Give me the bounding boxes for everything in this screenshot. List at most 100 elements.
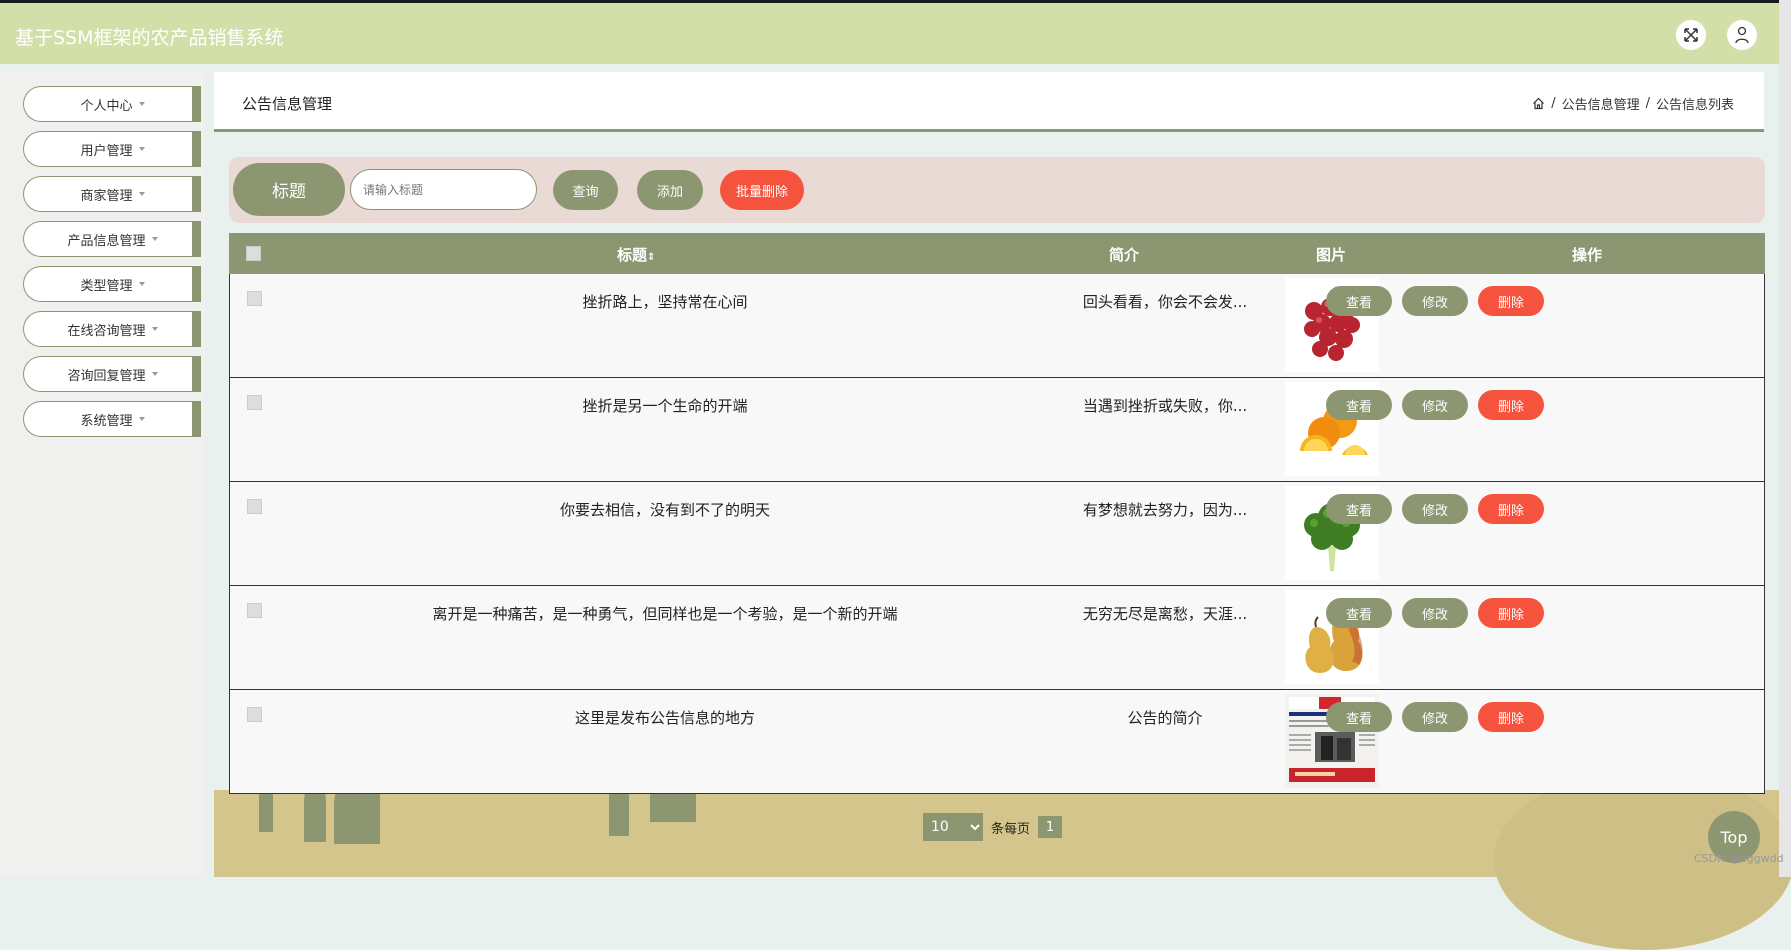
row-intro: 公告的简介: [1127, 709, 1203, 727]
query-button[interactable]: 查询: [553, 170, 618, 210]
row-title: 挫折是另一个生命的开端: [582, 397, 748, 415]
view-button[interactable]: 查看: [1326, 390, 1392, 420]
search-label: 标题: [233, 163, 345, 216]
announcement-table: 标题⇕ 简介 图片 操作 挫折路上，坚持常在心间 回头看看，你会不会发... 查…: [229, 233, 1765, 794]
row-title: 离开是一种痛苦，是一种勇气，但同样也是一个考验，是一个新的开端: [432, 605, 898, 623]
row-checkbox[interactable]: [247, 291, 262, 306]
sidebar-item-accent: [192, 267, 201, 301]
breadcrumb-separator: /: [1645, 96, 1650, 111]
edit-button[interactable]: 修改: [1402, 390, 1468, 420]
add-button[interactable]: 添加: [637, 170, 703, 210]
page-header: 公告信息管理 / 公告信息管理 / 公告信息列表: [214, 72, 1764, 132]
sidebar: 个人中心 用户管理 商家管理 产品信息管理 类型管理 在线咨询管理 咨询回复管理…: [0, 72, 205, 877]
page-size-select[interactable]: 10: [923, 813, 983, 841]
row-title: 挫折路上，坚持常在心间: [582, 293, 748, 311]
app-title: 基于SSM框架的农产品销售系统: [15, 27, 284, 49]
row-intro: 当遇到挫折或失败，你...: [1082, 397, 1248, 415]
delete-button[interactable]: 删除: [1478, 598, 1544, 628]
sort-icon[interactable]: ⇕: [647, 252, 655, 263]
breadcrumb: / 公告信息管理 / 公告信息列表: [1532, 94, 1734, 113]
sidebar-item-personal-center[interactable]: 个人中心: [23, 86, 201, 122]
search-panel: 标题 查询 添加 批量删除: [229, 157, 1765, 223]
sidebar-item-accent: [192, 357, 201, 391]
edit-button[interactable]: 修改: [1402, 702, 1468, 732]
sidebar-item-accent: [192, 87, 201, 121]
fullscreen-icon: [1684, 28, 1698, 42]
sidebar-item-accent: [192, 177, 201, 211]
caret-down-icon: [138, 417, 145, 421]
edit-button[interactable]: 修改: [1402, 286, 1468, 316]
batch-delete-button[interactable]: 批量删除: [720, 170, 804, 210]
column-header-title[interactable]: 标题⇕: [617, 244, 655, 265]
breadcrumb-item[interactable]: 公告信息管理: [1562, 94, 1640, 113]
row-checkbox[interactable]: [247, 603, 262, 618]
caret-down-icon: [151, 237, 158, 241]
sidebar-item-label: 系统管理: [80, 413, 133, 429]
breadcrumb-item: 公告信息列表: [1655, 98, 1734, 113]
sidebar-item-label: 用户管理: [80, 143, 133, 159]
fullscreen-button[interactable]: [1676, 20, 1706, 50]
page-scrollbar[interactable]: [1779, 0, 1791, 877]
delete-button[interactable]: 删除: [1478, 286, 1544, 316]
column-header-image: 图片: [1316, 246, 1347, 264]
sidebar-item-product-management[interactable]: 产品信息管理: [23, 221, 201, 257]
sidebar-item-label: 类型管理: [80, 278, 133, 294]
title-search-input[interactable]: [350, 169, 537, 210]
sidebar-item-merchant-management[interactable]: 商家管理: [23, 176, 201, 212]
row-checkbox[interactable]: [247, 499, 262, 514]
caret-down-icon: [138, 147, 145, 151]
sidebar-item-label: 产品信息管理: [67, 233, 146, 249]
row-intro: 无穷无尽是离愁，天涯...: [1082, 605, 1248, 623]
view-button[interactable]: 查看: [1326, 702, 1392, 732]
edit-button[interactable]: 修改: [1402, 598, 1468, 628]
view-button[interactable]: 查看: [1326, 494, 1392, 524]
row-title: 你要去相信，没有到不了的明天: [559, 501, 770, 519]
row-intro: 回头看看，你会不会发...: [1082, 293, 1248, 311]
pagination: 10 条每页 1: [923, 813, 1063, 841]
sidebar-item-system-management[interactable]: 系统管理: [23, 401, 201, 437]
row-checkbox[interactable]: [247, 707, 262, 722]
row-checkbox[interactable]: [247, 395, 262, 410]
delete-button[interactable]: 删除: [1478, 390, 1544, 420]
sidebar-item-type-management[interactable]: 类型管理: [23, 266, 201, 302]
delete-button[interactable]: 删除: [1478, 494, 1544, 524]
caret-down-icon: [138, 192, 145, 196]
row-intro: 有梦想就去努力，因为...: [1082, 501, 1248, 519]
sidebar-item-label: 在线咨询管理: [67, 323, 146, 339]
home-icon[interactable]: [1532, 97, 1545, 110]
page-title: 公告信息管理: [242, 95, 333, 113]
edit-button[interactable]: 修改: [1402, 494, 1468, 524]
sidebar-item-label: 个人中心: [80, 98, 133, 114]
per-page-label: 条每页: [991, 821, 1031, 837]
caret-down-icon: [138, 282, 145, 286]
table-row: 挫折路上，坚持常在心间 回头看看，你会不会发... 查看 修改 删除: [229, 274, 1765, 378]
view-button[interactable]: 查看: [1326, 286, 1392, 316]
sidebar-item-accent: [192, 312, 201, 346]
select-all-checkbox[interactable]: [246, 246, 261, 261]
table-header: 标题⇕ 简介 图片 操作: [229, 233, 1765, 274]
sidebar-item-online-consult[interactable]: 在线咨询管理: [23, 311, 201, 347]
sidebar-item-accent: [192, 132, 201, 166]
sidebar-item-consult-reply[interactable]: 咨询回复管理: [23, 356, 201, 392]
delete-button[interactable]: 删除: [1478, 702, 1544, 732]
column-header-actions: 操作: [1572, 246, 1603, 264]
page-number-button[interactable]: 1: [1038, 816, 1063, 838]
caret-down-icon: [151, 372, 158, 376]
user-avatar-button[interactable]: [1727, 20, 1757, 50]
column-header-intro: 简介: [1109, 246, 1140, 264]
table-row: 离开是一种痛苦，是一种勇气，但同样也是一个考验，是一个新的开端 无穷无尽是离愁，…: [229, 586, 1765, 690]
view-button[interactable]: 查看: [1326, 598, 1392, 628]
sidebar-item-label: 商家管理: [80, 188, 133, 204]
top-bar: 基于SSM框架的农产品销售系统: [0, 0, 1791, 64]
sidebar-item-user-management[interactable]: 用户管理: [23, 131, 201, 167]
caret-down-icon: [138, 102, 145, 106]
table-row: 这里是发布公告信息的地方 公告的简介 查看 修改 删除: [229, 690, 1765, 794]
table-row: 你要去相信，没有到不了的明天 有梦想就去努力，因为... 查看 修改 删除: [229, 482, 1765, 586]
column-header-label: 标题: [617, 246, 648, 264]
sidebar-item-accent: [192, 402, 201, 436]
table-row: 挫折是另一个生命的开端 当遇到挫折或失败，你... 查看 修改 删除: [229, 378, 1765, 482]
sidebar-item-label: 咨询回复管理: [67, 368, 146, 384]
row-title: 这里是发布公告信息的地方: [574, 709, 755, 727]
caret-down-icon: [151, 327, 158, 331]
user-icon: [1735, 26, 1749, 44]
